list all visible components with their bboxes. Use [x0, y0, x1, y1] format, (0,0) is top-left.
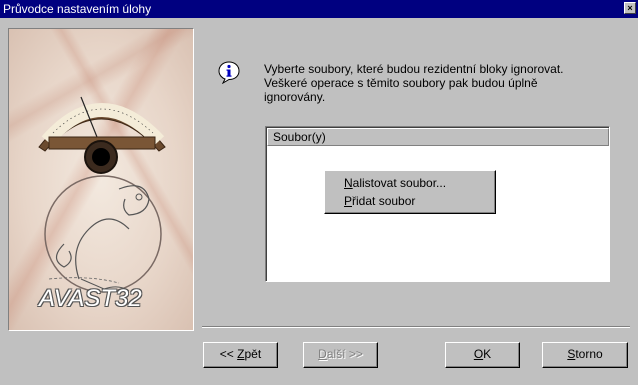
brand-logo-text: AVAST32	[39, 285, 142, 312]
ok-button[interactable]: OK	[445, 342, 520, 368]
next-button[interactable]: Další >>	[303, 342, 378, 368]
instruction-text: Vyberte soubory, které budou rezidentní …	[264, 62, 564, 104]
title-bar: Průvodce nastavením úlohy ×	[0, 0, 638, 18]
menu-item-add-file[interactable]: Přidat soubor	[344, 193, 415, 209]
info-icon	[218, 61, 240, 84]
cancel-button[interactable]: Storno	[542, 342, 628, 368]
separator-line	[202, 326, 630, 328]
menu-item-browse-file[interactable]: Nalistovat soubor...	[344, 175, 446, 191]
wizard-banner-image: AVAST32	[8, 28, 194, 331]
window-title: Průvodce nastavením úlohy	[3, 2, 152, 16]
back-button[interactable]: << Zpět	[203, 342, 278, 368]
close-button[interactable]: ×	[624, 2, 636, 14]
column-header-files[interactable]: Soubor(y)	[267, 128, 609, 146]
context-menu: Nalistovat soubor... Přidat soubor	[324, 170, 496, 214]
